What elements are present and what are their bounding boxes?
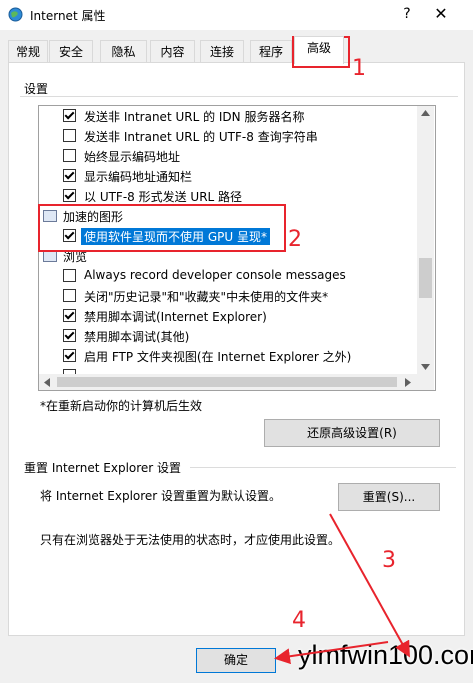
tab-advanced[interactable]: 高级 <box>294 36 344 64</box>
annotation-arrows <box>274 513 410 665</box>
arrow-to-ok-button <box>274 641 389 665</box>
arrow-to-bottom-right <box>329 513 410 658</box>
